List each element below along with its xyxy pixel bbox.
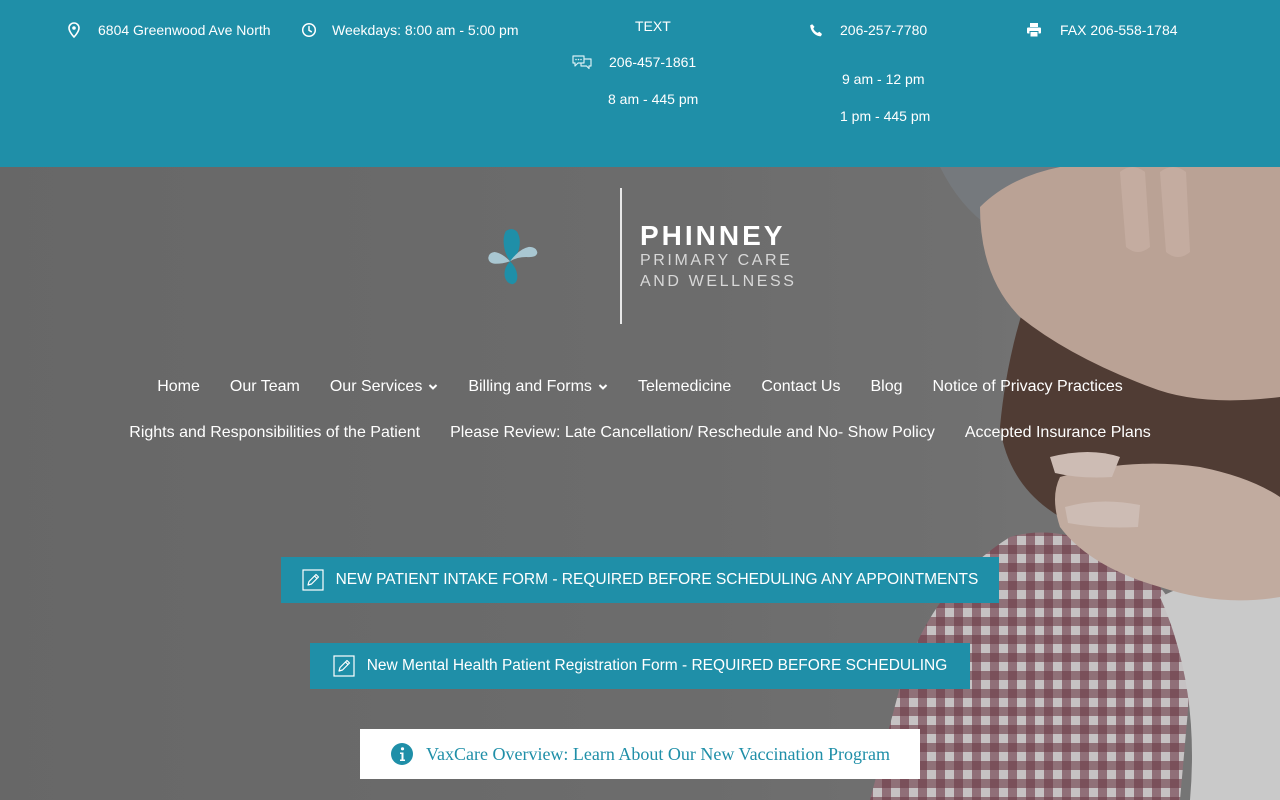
nav-label: Our Team <box>229 378 300 395</box>
clock-icon <box>301 22 317 38</box>
intake-button-label: NEW PATIENT INTAKE FORM - REQUIRED BEFOR… <box>335 571 979 588</box>
mental-health-button-label: New Mental Health Patient Registration F… <box>366 657 948 674</box>
nav-label: Billing and Forms <box>468 378 592 395</box>
nav-home[interactable]: Home <box>157 378 200 396</box>
nav-patient-rights[interactable]: Rights and Responsibilities of the Patie… <box>129 424 420 442</box>
pencil-form-icon <box>333 655 355 677</box>
address-item[interactable]: 6804 Greenwood Ave North <box>67 22 271 38</box>
phone-item[interactable]: 206-257-7780 <box>809 22 927 38</box>
logo-mark-icon[interactable] <box>487 187 617 327</box>
nav-label: Blog <box>870 378 903 395</box>
fax-number: FAX 206-558-1784 <box>1060 22 1178 38</box>
nav-label: Rights and Responsibilities of the Patie… <box>129 424 421 441</box>
nav-our-services[interactable]: Our Services <box>330 378 438 396</box>
phone-hours-morning: 9 am - 12 pm <box>842 71 925 87</box>
vaxcare-overview-button[interactable]: VaxCare Overview: Learn About Our New Va… <box>360 729 920 779</box>
nav-blog[interactable]: Blog <box>870 378 902 396</box>
nav-cancellation-policy[interactable]: Please Review: Late Cancellation/ Resche… <box>450 424 935 442</box>
chevron-down-icon <box>429 384 438 390</box>
address-text: 6804 Greenwood Ave North <box>98 22 271 38</box>
map-pin-icon <box>67 22 81 38</box>
text-hours: 8 am - 445 pm <box>608 91 699 107</box>
text-number-item[interactable]: 206-457-1861 <box>571 54 696 70</box>
nav-privacy-practices[interactable]: Notice of Privacy Practices <box>933 378 1123 396</box>
fax-item: FAX 206-558-1784 <box>1026 22 1178 38</box>
printer-icon <box>1026 22 1042 38</box>
hours-item: Weekdays: 8:00 am - 5:00 pm <box>301 22 519 38</box>
logo-tagline-1: PRIMARY CARE <box>640 252 793 269</box>
nav-label: Telemedicine <box>637 378 732 395</box>
hours-text: Weekdays: 8:00 am - 5:00 pm <box>332 22 519 38</box>
phone-number: 206-257-7780 <box>840 22 928 38</box>
info-icon <box>390 743 413 765</box>
phone-icon <box>809 23 824 38</box>
chevron-down-icon <box>598 384 608 390</box>
chat-bubbles-icon <box>571 54 593 70</box>
nav-our-team[interactable]: Our Team <box>230 378 300 396</box>
main-nav-row-1: Home Our Team Our Services Billing and F… <box>0 378 1280 396</box>
text-number: 206-457-1861 <box>609 54 697 70</box>
contact-info-bar: 6804 Greenwood Ave North Weekdays: 8:00 … <box>0 0 1280 167</box>
nav-label: Our Services <box>329 378 423 395</box>
main-nav-row-2: Rights and Responsibilities of the Patie… <box>0 424 1280 442</box>
nav-billing-and-forms[interactable]: Billing and Forms <box>468 378 608 396</box>
nav-label: Accepted Insurance Plans <box>964 424 1151 441</box>
nav-telemedicine[interactable]: Telemedicine <box>638 378 731 396</box>
phone-hours-afternoon: 1 pm - 445 pm <box>840 108 931 124</box>
vaxcare-button-label: VaxCare Overview: Learn About Our New Va… <box>425 743 891 764</box>
nav-label: Home <box>157 378 200 395</box>
nav-label: Please Review: Late Cancellation/ Resche… <box>450 424 935 441</box>
nav-contact-us[interactable]: Contact Us <box>761 378 840 396</box>
text-label: TEXT <box>635 18 671 34</box>
mental-health-registration-button[interactable]: New Mental Health Patient Registration F… <box>310 643 970 689</box>
logo-name: PHINNEY <box>640 220 786 251</box>
nav-insurance-plans[interactable]: Accepted Insurance Plans <box>965 424 1151 442</box>
nav-label: Contact Us <box>761 378 841 395</box>
nav-label: Notice of Privacy Practices <box>932 378 1123 395</box>
logo-tagline-2: AND WELLNESS <box>640 273 797 290</box>
logo-divider <box>620 188 622 324</box>
pencil-form-icon <box>302 569 324 591</box>
new-patient-intake-button[interactable]: NEW PATIENT INTAKE FORM - REQUIRED BEFOR… <box>281 557 999 603</box>
